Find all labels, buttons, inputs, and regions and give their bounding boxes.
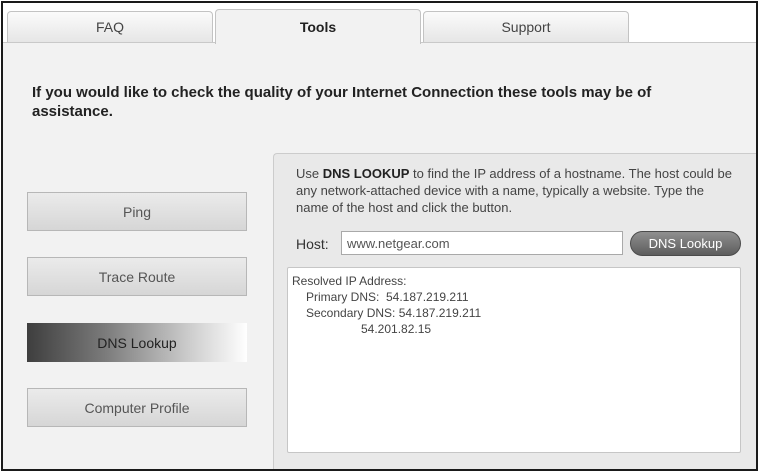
host-input[interactable] (341, 231, 623, 255)
result-output: Resolved IP Address: Primary DNS: 54.187… (287, 267, 741, 453)
computer-profile-button[interactable]: Computer Profile (27, 388, 247, 427)
result-extra-ip: 54.201.82.15 (361, 322, 432, 336)
desc-prefix: Use (296, 166, 323, 181)
dns-lookup-button[interactable]: DNS Lookup (630, 231, 741, 256)
host-label: Host: (296, 236, 329, 252)
result-heading: Resolved IP Address: (292, 274, 407, 288)
desc-emphasis: DNS LOOKUP (322, 166, 410, 181)
trace-route-button[interactable]: Trace Route (27, 257, 247, 296)
tab-support[interactable]: Support (423, 11, 629, 42)
tab-bar: FAQ Tools Support (3, 3, 756, 44)
tab-faq[interactable]: FAQ (7, 11, 213, 42)
result-primary-dns: Primary DNS: 54.187.219.211 (306, 290, 469, 304)
result-secondary-dns: Secondary DNS: 54.187.219.211 (306, 306, 482, 320)
dns-lookup-tool-button[interactable]: DNS Lookup (27, 323, 247, 362)
dns-lookup-panel: Use DNS LOOKUP to find the IP address of… (273, 153, 756, 469)
tab-tools[interactable]: Tools (215, 9, 421, 44)
ping-button[interactable]: Ping (27, 192, 247, 231)
dns-lookup-description: Use DNS LOOKUP to find the IP address of… (296, 165, 736, 216)
intro-text: If you would like to check the quality o… (32, 84, 652, 120)
app-frame: FAQ Tools Support If you would like to c… (1, 1, 758, 471)
